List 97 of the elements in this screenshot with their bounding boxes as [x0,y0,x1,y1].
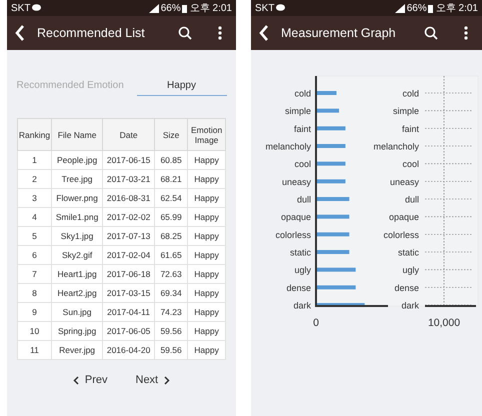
table-cell: Rever.jpg [52,340,103,360]
table-cell: Smile1.png [52,208,103,226]
table-cell: Happy [188,188,226,208]
table-cell: 2017-06-05 [102,322,155,340]
category-label: uneasy [282,176,311,187]
table-cell: 7 [17,264,52,284]
table-cell: 6 [17,246,52,264]
mirror-label: dark [401,300,419,311]
mirror-label: static [398,248,419,258]
table-cell: 59.56 [154,340,188,360]
screen-title: Recommended List [37,24,146,42]
category-label: dark [293,300,311,311]
carrier-text: SKT [11,2,30,16]
table-cell: 62.54 [154,188,188,208]
table-cell: 5 [17,226,52,246]
table-cell: 2017-03-21 [102,170,155,188]
time-text: 오후 2:01 [436,2,478,16]
table-cell: 2017-02-02 [102,208,155,226]
category-label: faint [294,124,311,134]
tick-label: 10,000 [428,317,460,330]
table-cell: 74.23 [154,302,188,322]
mirror-label: ugly [402,265,419,276]
table-cell: 68.25 [154,226,188,246]
tick-label: 0 [313,317,319,330]
mirror-label: dull [404,194,419,205]
table-cell: Happy [188,340,226,360]
table-cell: Sun.jpg [52,302,103,322]
table-cell: 9 [17,302,52,322]
mirror-label: faint [402,124,419,134]
mirror-label: cold [402,88,419,98]
table-cell: Sky2.gif [52,246,103,264]
category-label: ugly [294,265,311,276]
category-label: dull [296,194,311,205]
mirror-label: cool [402,159,419,170]
table-cell: 68.21 [154,170,188,188]
column-header: File Name [52,118,103,150]
column-header: Emotion Image [188,118,226,150]
mirror-label: simple [392,106,419,116]
table-cell: 2016-04-20 [102,340,155,360]
table-cell: Sky1.jpg [52,226,103,246]
table-cell: 1 [17,150,52,170]
column-header: Date [102,118,155,150]
table-cell: 4 [17,208,52,226]
table-cell: Heart2.jpg [52,284,103,302]
mirror-label: opaque [388,212,419,222]
mirror-label: uneasy [390,176,419,187]
table-cell: 61.65 [154,246,188,264]
table-cell: 2017-02-04 [102,246,155,264]
table-cell: 10 [17,322,52,340]
field-label: Recommended Emotion [16,79,125,93]
category-label: melancholy [265,142,311,152]
mirror-label: melancholy [373,142,419,152]
category-label: colorless [275,230,311,240]
table-cell: Happy [188,284,226,302]
time-text: 오후 2:01 [190,2,232,16]
table-cell: 2017-06-15 [102,150,155,170]
mirror-label: dense [394,282,419,293]
table-cell: Heart1.jpg [52,264,103,284]
table-cell: 59.56 [154,322,188,340]
table-cell: Happy [188,226,226,246]
table-cell: Flower.png [52,188,103,208]
table-cell: 2017-06-18 [102,264,155,284]
table-cell: 60.85 [154,150,188,170]
category-label: dense [286,282,311,293]
table-cell: Happy [188,208,226,226]
table-cell: 2017-03-15 [102,284,155,302]
table-cell: 2 [17,170,52,188]
carrier-text: SKT [255,2,274,16]
table-cell: Happy [188,150,226,170]
table-cell: 72.63 [154,264,188,284]
table-cell: 65.99 [154,208,188,226]
category-label: opaque [280,212,311,222]
table-cell: 11 [17,340,52,360]
table-cell: Happy [188,246,226,264]
table-cell: Happy [188,302,226,322]
table-cell: People.jpg [52,150,103,170]
column-header: Ranking [17,118,52,150]
screen-title: Measurement Graph [281,24,397,42]
table-cell: 69.34 [154,284,188,302]
table-cell: Tree.jpg [52,170,103,188]
table-cell: 2017-07-13 [102,226,155,246]
table-cell: 2016-08-31 [102,188,155,208]
battery-text: 66% [160,2,181,16]
table-cell: 8 [17,284,52,302]
category-label: cool [294,159,311,170]
category-label: cold [294,88,311,98]
battery-text: 66% [406,2,427,16]
table-cell: Spring.jpg [52,322,103,340]
category-label: static [290,248,311,258]
table-cell: 3 [17,188,52,208]
category-label: simple [284,106,311,116]
table-cell: Happy [188,264,226,284]
table-cell: Happy [188,170,226,188]
mirror-label: colorless [383,230,419,240]
table-cell: 2017-04-11 [102,302,155,322]
table-cell: Happy [188,322,226,340]
column-header: Size [154,118,188,150]
